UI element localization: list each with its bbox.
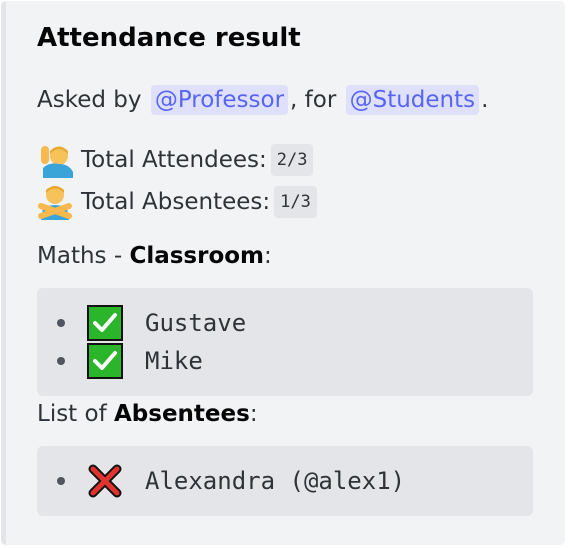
absentees-heading-prefix: List of xyxy=(37,401,114,427)
for-text: , for xyxy=(290,87,344,113)
absentees-heading: List of Absentees : xyxy=(37,401,258,427)
embed-title: Attendance result xyxy=(37,23,301,53)
subject-room: Classroom xyxy=(129,243,265,269)
period-text: . xyxy=(481,87,489,113)
absentees-heading-suffix: : xyxy=(249,401,258,427)
subject-suffix: : xyxy=(264,243,272,269)
attendees-count: 2/3 xyxy=(270,144,314,176)
check-icon xyxy=(87,305,123,341)
attendance-embed: Attendance result Asked by @Professor , … xyxy=(1,1,565,545)
subject-heading: Maths - Classroom : xyxy=(37,243,272,269)
bullet-icon xyxy=(57,357,65,365)
attendees-line: Total Attendees: 2/3 xyxy=(37,142,314,178)
raising-hand-icon xyxy=(41,146,73,178)
list-item: Gustave xyxy=(37,305,246,341)
subject-prefix: Maths - xyxy=(37,243,130,269)
present-list-block: Gustave Mike xyxy=(37,288,533,396)
check-icon xyxy=(87,343,123,379)
absentees-heading-bold: Absentees xyxy=(114,401,250,427)
absent-list-block: Alexandra (@alex1) xyxy=(37,446,533,516)
cross-icon xyxy=(88,464,122,498)
bullet-icon xyxy=(57,319,65,327)
present-name: Mike xyxy=(145,347,203,375)
asked-by-line: Asked by @Professor , for @Students . xyxy=(37,85,488,115)
list-item: Alexandra (@alex1) xyxy=(37,463,405,499)
list-item: Mike xyxy=(37,343,203,379)
absent-name: Alexandra (@alex1) xyxy=(145,467,406,495)
present-name: Gustave xyxy=(145,309,247,337)
absentees-count: 1/3 xyxy=(274,186,317,218)
bullet-icon xyxy=(57,477,65,485)
absentees-label: Total Absentees: xyxy=(81,189,271,215)
absentees-line: Total Absentees: 1/3 xyxy=(37,184,317,220)
asked-by-prefix: Asked by xyxy=(37,87,149,113)
students-mention[interactable]: @Students xyxy=(345,85,480,115)
professor-mention[interactable]: @Professor xyxy=(150,85,289,115)
attendees-label: Total Attendees: xyxy=(81,147,267,173)
crossed-arms-person-icon xyxy=(38,186,72,220)
